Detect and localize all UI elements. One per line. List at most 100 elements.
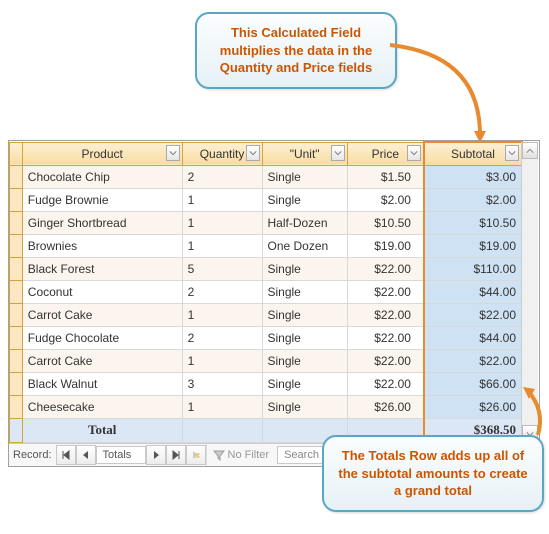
col-unit[interactable]: "Unit" bbox=[262, 142, 347, 166]
nav-last-button[interactable] bbox=[166, 445, 186, 465]
cell-price[interactable]: $22.00 bbox=[347, 281, 424, 304]
cell-unit[interactable]: Single bbox=[262, 373, 347, 396]
cell-price[interactable]: $22.00 bbox=[347, 373, 424, 396]
row-selector[interactable] bbox=[10, 304, 23, 327]
cell-price[interactable]: $2.00 bbox=[347, 189, 424, 212]
cell-unit[interactable]: Single bbox=[262, 258, 347, 281]
table-row[interactable]: Fudge Chocolate2Single$22.00$44.00 bbox=[10, 327, 523, 350]
cell-product[interactable]: Cheesecake bbox=[22, 396, 182, 419]
record-current-box[interactable]: Totals bbox=[96, 446, 146, 464]
row-selector-header[interactable] bbox=[10, 142, 23, 166]
filter-button[interactable]: No Filter bbox=[206, 444, 276, 466]
table-row[interactable]: Black Walnut3Single$22.00$66.00 bbox=[10, 373, 523, 396]
cell-unit[interactable]: Single bbox=[262, 281, 347, 304]
cell-quantity[interactable]: 2 bbox=[182, 166, 262, 189]
col-subtotal[interactable]: Subtotal bbox=[424, 142, 522, 166]
cell-subtotal[interactable]: $19.00 bbox=[424, 235, 522, 258]
row-selector[interactable] bbox=[10, 166, 23, 189]
cell-product[interactable]: Black Walnut bbox=[22, 373, 182, 396]
cell-price[interactable]: $22.00 bbox=[347, 327, 424, 350]
cell-unit[interactable]: Single bbox=[262, 396, 347, 419]
cell-product[interactable]: Ginger Shortbread bbox=[22, 212, 182, 235]
cell-unit[interactable]: One Dozen bbox=[262, 235, 347, 258]
table-row[interactable]: Fudge Brownie1Single$2.00$2.00 bbox=[10, 189, 523, 212]
nav-new-button[interactable] bbox=[186, 445, 206, 465]
cell-price[interactable]: $22.00 bbox=[347, 258, 424, 281]
dropdown-icon[interactable] bbox=[246, 145, 260, 161]
table-row[interactable]: Chocolate Chip2Single$1.50$3.00 bbox=[10, 166, 523, 189]
row-selector[interactable] bbox=[10, 281, 23, 304]
table-row[interactable]: Ginger Shortbread1Half-Dozen$10.50$10.50 bbox=[10, 212, 523, 235]
cell-subtotal[interactable]: $22.00 bbox=[424, 304, 522, 327]
vertical-scrollbar[interactable] bbox=[521, 142, 538, 442]
cell-quantity[interactable]: 2 bbox=[182, 281, 262, 304]
cell-subtotal[interactable]: $3.00 bbox=[424, 166, 522, 189]
row-selector[interactable] bbox=[10, 235, 23, 258]
table-row[interactable]: Cheesecake1Single$26.00$26.00 bbox=[10, 396, 523, 419]
col-price[interactable]: Price bbox=[347, 142, 424, 166]
dropdown-icon[interactable] bbox=[407, 145, 421, 161]
cell-price[interactable]: $22.00 bbox=[347, 350, 424, 373]
cell-subtotal[interactable]: $22.00 bbox=[424, 350, 522, 373]
cell-product[interactable]: Fudge Chocolate bbox=[22, 327, 182, 350]
cell-unit[interactable]: Single bbox=[262, 166, 347, 189]
cell-quantity[interactable]: 1 bbox=[182, 212, 262, 235]
row-selector[interactable] bbox=[10, 419, 23, 443]
table-row[interactable]: Black Forest5Single$22.00$110.00 bbox=[10, 258, 523, 281]
cell-price[interactable]: $19.00 bbox=[347, 235, 424, 258]
cell-product[interactable]: Black Forest bbox=[22, 258, 182, 281]
cell-price[interactable]: $10.50 bbox=[347, 212, 424, 235]
cell-quantity[interactable]: 5 bbox=[182, 258, 262, 281]
cell-product[interactable]: Brownies bbox=[22, 235, 182, 258]
table-row[interactable]: Coconut2Single$22.00$44.00 bbox=[10, 281, 523, 304]
nav-next-button[interactable] bbox=[146, 445, 166, 465]
cell-product[interactable]: Coconut bbox=[22, 281, 182, 304]
cell-product[interactable]: Chocolate Chip bbox=[22, 166, 182, 189]
cell-subtotal[interactable]: $66.00 bbox=[424, 373, 522, 396]
cell-unit[interactable]: Single bbox=[262, 304, 347, 327]
cell-quantity[interactable]: 1 bbox=[182, 350, 262, 373]
table-row[interactable]: Carrot Cake1Single$22.00$22.00 bbox=[10, 304, 523, 327]
cell-quantity[interactable]: 1 bbox=[182, 304, 262, 327]
dropdown-icon[interactable] bbox=[331, 145, 345, 161]
dropdown-icon[interactable] bbox=[166, 145, 180, 161]
cell-subtotal[interactable]: $44.00 bbox=[424, 281, 522, 304]
dropdown-icon[interactable] bbox=[505, 145, 519, 161]
nav-prev-button[interactable] bbox=[76, 445, 96, 465]
cell-price[interactable]: $22.00 bbox=[347, 304, 424, 327]
col-subtotal-label: Subtotal bbox=[451, 147, 495, 161]
cell-quantity[interactable]: 1 bbox=[182, 235, 262, 258]
cell-subtotal[interactable]: $10.50 bbox=[424, 212, 522, 235]
cell-unit[interactable]: Half-Dozen bbox=[262, 212, 347, 235]
cell-quantity[interactable]: 3 bbox=[182, 373, 262, 396]
cell-product[interactable]: Carrot Cake bbox=[22, 350, 182, 373]
row-selector[interactable] bbox=[10, 258, 23, 281]
cell-unit[interactable]: Single bbox=[262, 189, 347, 212]
table-row[interactable]: Brownies1One Dozen$19.00$19.00 bbox=[10, 235, 523, 258]
row-selector[interactable] bbox=[10, 212, 23, 235]
cell-unit[interactable]: Single bbox=[262, 327, 347, 350]
row-selector[interactable] bbox=[10, 350, 23, 373]
row-selector[interactable] bbox=[10, 327, 23, 350]
cell-quantity[interactable]: 2 bbox=[182, 327, 262, 350]
row-selector[interactable] bbox=[10, 396, 23, 419]
cell-quantity[interactable]: 1 bbox=[182, 189, 262, 212]
row-selector[interactable] bbox=[10, 189, 23, 212]
nav-first-button[interactable] bbox=[56, 445, 76, 465]
scroll-up-button[interactable] bbox=[522, 142, 538, 159]
cell-quantity[interactable]: 1 bbox=[182, 396, 262, 419]
col-product[interactable]: Product bbox=[22, 142, 182, 166]
cell-price[interactable]: $26.00 bbox=[347, 396, 424, 419]
cell-subtotal[interactable]: $44.00 bbox=[424, 327, 522, 350]
cell-subtotal[interactable]: $2.00 bbox=[424, 189, 522, 212]
col-quantity[interactable]: Quantity bbox=[182, 142, 262, 166]
table-row[interactable]: Carrot Cake1Single$22.00$22.00 bbox=[10, 350, 523, 373]
cell-product[interactable]: Fudge Brownie bbox=[22, 189, 182, 212]
total-label: Total bbox=[22, 419, 182, 443]
cell-subtotal[interactable]: $110.00 bbox=[424, 258, 522, 281]
cell-price[interactable]: $1.50 bbox=[347, 166, 424, 189]
cell-unit[interactable]: Single bbox=[262, 350, 347, 373]
cell-subtotal[interactable]: $26.00 bbox=[424, 396, 522, 419]
cell-product[interactable]: Carrot Cake bbox=[22, 304, 182, 327]
row-selector[interactable] bbox=[10, 373, 23, 396]
